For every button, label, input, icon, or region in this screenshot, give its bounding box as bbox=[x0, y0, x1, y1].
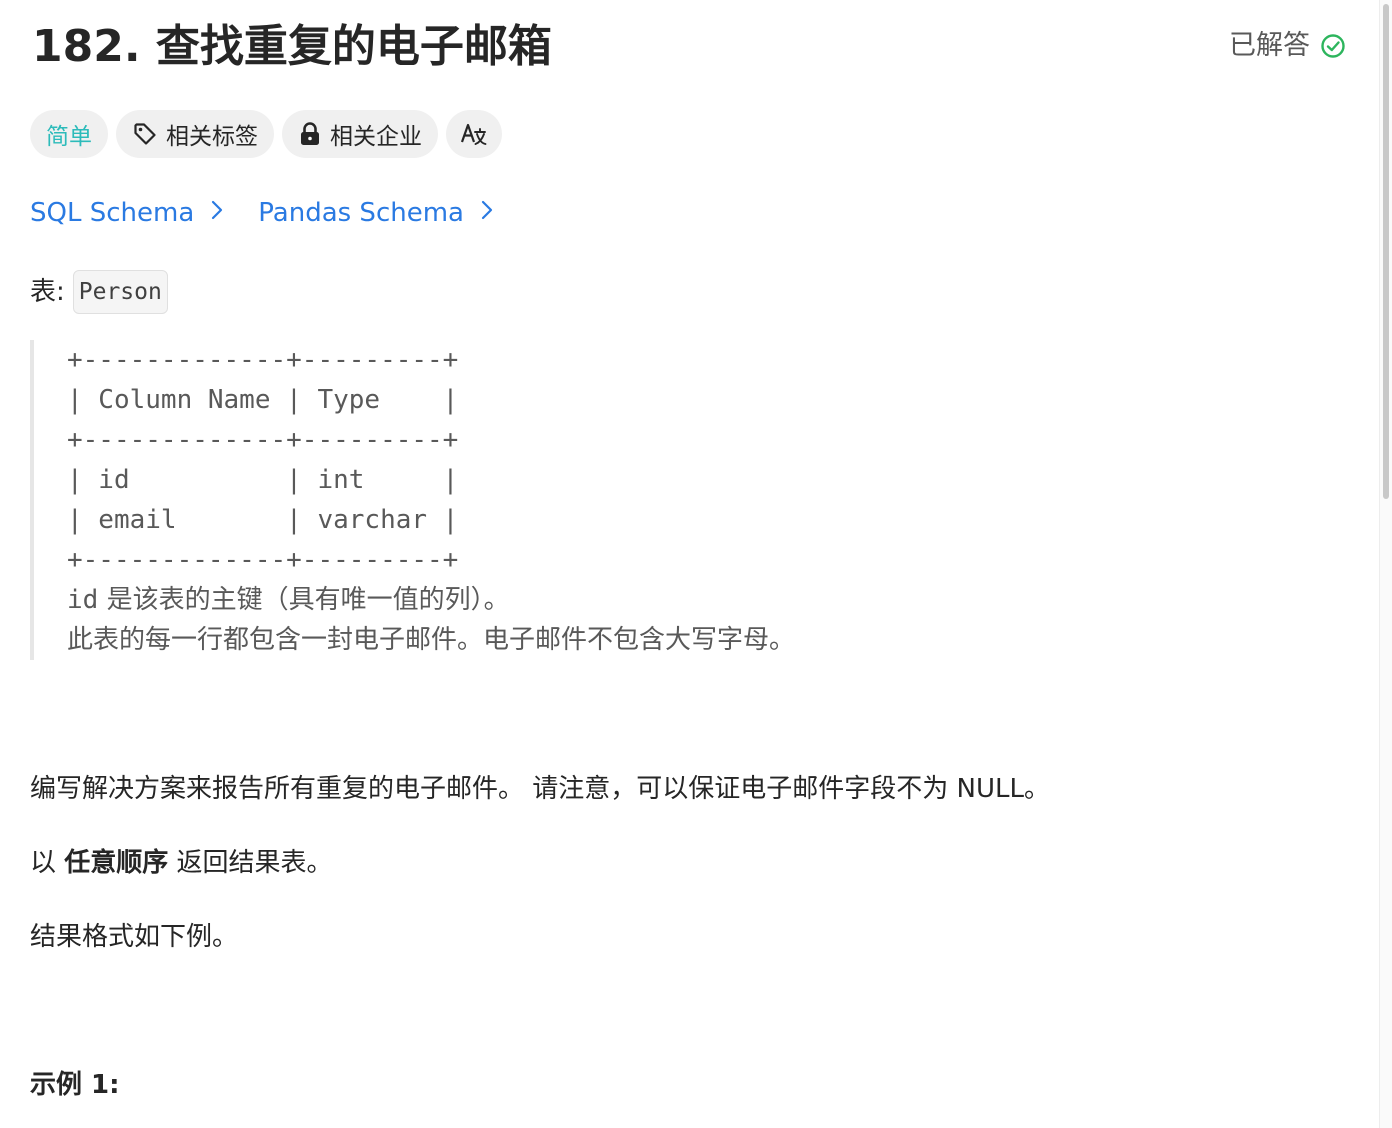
schema-note-text: 是该表的主键（具有唯一值的列）。 bbox=[98, 585, 510, 615]
format-paragraph: 结果格式如下例。 bbox=[30, 922, 239, 952]
lock-icon bbox=[298, 121, 322, 147]
order-paragraph: 以 任意顺序 返回结果表。 bbox=[30, 844, 333, 882]
schema-note-key: id bbox=[67, 585, 99, 615]
difficulty-label: 简单 bbox=[46, 124, 92, 150]
difficulty-badge[interactable]: 简单 bbox=[30, 110, 108, 158]
schema-note-line2: 此表的每一行都包含一封电子邮件。电子邮件不包含大写字母。 bbox=[67, 625, 796, 655]
sql-schema-link[interactable]: SQL Schema bbox=[30, 194, 224, 232]
related-companies-label: 相关企业 bbox=[330, 124, 422, 150]
solved-label: 已解答 bbox=[1229, 30, 1310, 61]
related-tags-button[interactable]: 相关标签 bbox=[116, 110, 274, 158]
check-circle-icon bbox=[1320, 33, 1346, 59]
translate-button[interactable] bbox=[446, 110, 502, 158]
schema-links: SQL Schema Pandas Schema bbox=[30, 194, 494, 232]
chevron-right-icon bbox=[480, 194, 494, 232]
tag-bar: 简单 相关标签 相关企业 bbox=[30, 110, 502, 158]
solved-status: 已解答 bbox=[1229, 26, 1346, 66]
table-name-line: 表: Person bbox=[30, 270, 168, 314]
problem-title: 182. 查找重复的电子邮箱 bbox=[32, 21, 552, 72]
problem-description-panel: 182. 查找重复的电子邮箱 已解答 简单 相关标签 相关企业 SQL Sche… bbox=[0, 0, 1380, 1128]
schema-code-block: +-------------+---------+ | Column Name … bbox=[30, 340, 934, 660]
tag-icon bbox=[132, 121, 158, 147]
chevron-right-icon bbox=[210, 194, 224, 232]
order-prefix: 以 bbox=[30, 848, 65, 878]
translate-icon bbox=[460, 121, 488, 147]
table-name-code: Person bbox=[72, 270, 168, 314]
pandas-schema-label: Pandas Schema bbox=[258, 198, 464, 228]
schema-note-line1: id 是该表的主键（具有唯一值的列）。 bbox=[34, 580, 934, 620]
related-companies-button[interactable]: 相关企业 bbox=[282, 110, 438, 158]
related-tags-label: 相关标签 bbox=[166, 124, 258, 150]
example-heading: 示例 1: bbox=[30, 1070, 120, 1100]
vertical-scrollbar[interactable] bbox=[1379, 0, 1392, 1128]
scrollbar-thumb[interactable] bbox=[1383, 4, 1389, 499]
table-prefix: 表: bbox=[30, 277, 65, 307]
order-bold: 任意顺序 bbox=[64, 848, 169, 878]
sql-schema-label: SQL Schema bbox=[30, 198, 195, 228]
order-suffix: 返回结果表。 bbox=[168, 848, 333, 878]
pandas-schema-link[interactable]: Pandas Schema bbox=[258, 194, 494, 232]
description-paragraph: 编写解决方案来报告所有重复的电子邮件。 请注意，可以保证电子邮件字段不为 NUL… bbox=[30, 774, 1050, 804]
schema-ascii-table: +-------------+---------+ | Column Name … bbox=[67, 345, 459, 575]
